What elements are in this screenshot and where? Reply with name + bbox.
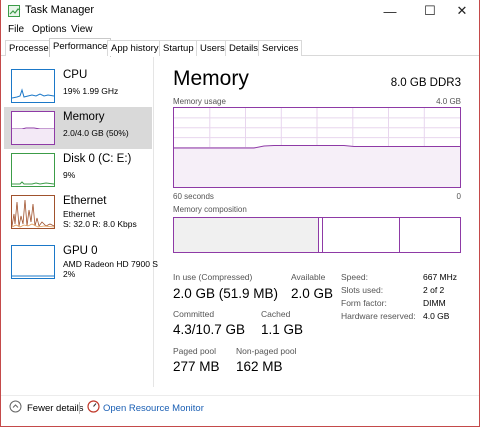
task-manager-window: Task Manager — ☐ ✕ File Options View Pro…: [0, 0, 480, 427]
open-resource-monitor-link[interactable]: Open Resource Monitor: [103, 403, 204, 414]
composition-label: Memory composition: [173, 205, 247, 214]
cached-value: 1.1 GB: [261, 322, 304, 337]
ethernet-thumbnail-graph: [11, 195, 55, 229]
sidebar-item-memory[interactable]: Memory 2.0/4.0 GB (50%): [4, 107, 152, 149]
form-factor-label: Form factor:: [341, 298, 387, 308]
footer-divider: [79, 402, 80, 414]
gpu-thumbnail-graph: [11, 245, 55, 279]
resource-monitor-icon[interactable]: [87, 400, 100, 413]
menu-options[interactable]: Options: [32, 24, 66, 35]
composition-in-use: [174, 218, 319, 252]
paged-pool-value: 277 MB: [173, 359, 220, 374]
tab-startup[interactable]: Startup: [159, 40, 198, 56]
sidebar-title: CPU: [63, 69, 88, 81]
axis-left-label: 60 seconds: [173, 192, 214, 201]
memory-usage-graph: [173, 107, 461, 188]
available-value: 2.0 GB: [291, 286, 334, 301]
sidebar-title: GPU 0: [63, 245, 98, 257]
fewer-details-link[interactable]: Fewer details: [27, 403, 84, 414]
committed-value: 4.3/10.7 GB: [173, 322, 246, 337]
sidebar-title: Memory: [63, 111, 105, 123]
memory-detail-panel: Memory 8.0 GB DDR3 Memory usage 4.0 GB 6…: [155, 57, 479, 387]
tab-details[interactable]: Details: [225, 40, 263, 56]
tab-bar: Processes Performance App history Startu…: [1, 38, 479, 57]
close-button[interactable]: ✕: [445, 0, 479, 22]
menu-file[interactable]: File: [8, 24, 24, 35]
cpu-thumbnail-graph: [11, 69, 55, 103]
composition-standby: [399, 218, 400, 252]
axis-right-label: 0: [456, 192, 461, 201]
sidebar-item-cpu[interactable]: CPU 19% 1.99 GHz: [4, 65, 152, 107]
nonpaged-pool-label: Non-paged pool: [236, 346, 297, 356]
composition-modified: [322, 218, 323, 252]
page-title: Memory: [173, 67, 249, 90]
slots-used-label: Slots used:: [341, 285, 384, 295]
resource-sidebar: CPU 19% 1.99 GHz Memory 2.0/4.0 GB (50%)…: [1, 57, 158, 387]
usage-graph-label: Memory usage: [173, 97, 226, 106]
task-manager-app-icon: [8, 5, 21, 17]
memory-spec: 8.0 GB DDR3: [390, 77, 461, 89]
sidebar-subtitle: AMD Radeon HD 7900 S: [63, 259, 158, 269]
hardware-reserved-value: 4.0 GB: [423, 311, 450, 321]
sidebar-item-ethernet[interactable]: Ethernet Ethernet S: 32.0 R: 8.0 Kbps: [4, 191, 152, 233]
sidebar-subtitle: 2.0/4.0 GB (50%): [63, 128, 129, 138]
form-factor-value: DIMM: [423, 298, 446, 308]
slots-used-value: 2 of 2: [423, 285, 445, 295]
speed-label: Speed:: [341, 272, 368, 282]
tab-users[interactable]: Users: [196, 40, 229, 56]
sidebar-subtitle-2: S: 32.0 R: 8.0 Kbps: [63, 219, 137, 229]
sidebar-title: Disk 0 (C: E:): [63, 153, 132, 165]
memory-composition-bar: [173, 217, 461, 253]
menu-view[interactable]: View: [71, 24, 93, 35]
sidebar-subtitle: Ethernet: [63, 209, 96, 219]
paged-pool-label: Paged pool: [173, 346, 217, 356]
disk-thumbnail-graph: [11, 153, 55, 187]
sidebar-subtitle: 9%: [63, 170, 76, 180]
maximize-button[interactable]: ☐: [413, 0, 447, 22]
minimize-button[interactable]: —: [373, 0, 407, 22]
committed-label: Committed: [173, 309, 215, 319]
usage-graph-max: 4.0 GB: [436, 97, 461, 106]
sidebar-item-disk[interactable]: Disk 0 (C: E:) 9%: [4, 149, 152, 191]
footer-bar: Fewer details Open Resource Monitor: [1, 395, 479, 419]
sidebar-subtitle: 19% 1.99 GHz: [63, 86, 119, 96]
speed-value: 667 MHz: [423, 272, 458, 282]
tab-app-history[interactable]: App history: [107, 40, 163, 56]
sidebar-title: Ethernet: [63, 195, 107, 207]
chevron-up-icon[interactable]: [9, 400, 22, 413]
available-label: Available: [291, 272, 326, 282]
window-title: Task Manager: [25, 4, 95, 16]
hardware-reserved-label: Hardware reserved:: [341, 311, 416, 321]
sidebar-item-gpu[interactable]: GPU 0 AMD Radeon HD 7900 S 2%: [4, 241, 158, 283]
in-use-label: In use (Compressed): [173, 272, 253, 282]
tab-services[interactable]: Services: [258, 40, 303, 56]
cached-label: Cached: [261, 309, 291, 319]
title-bar: Task Manager — ☐ ✕: [1, 0, 479, 22]
in-use-value: 2.0 GB (51.9 MB): [173, 286, 279, 301]
sidebar-subtitle-2: 2%: [63, 269, 76, 279]
memory-thumbnail-graph: [11, 111, 55, 145]
tab-performance[interactable]: Performance: [49, 38, 112, 57]
nonpaged-pool-value: 162 MB: [236, 359, 283, 374]
